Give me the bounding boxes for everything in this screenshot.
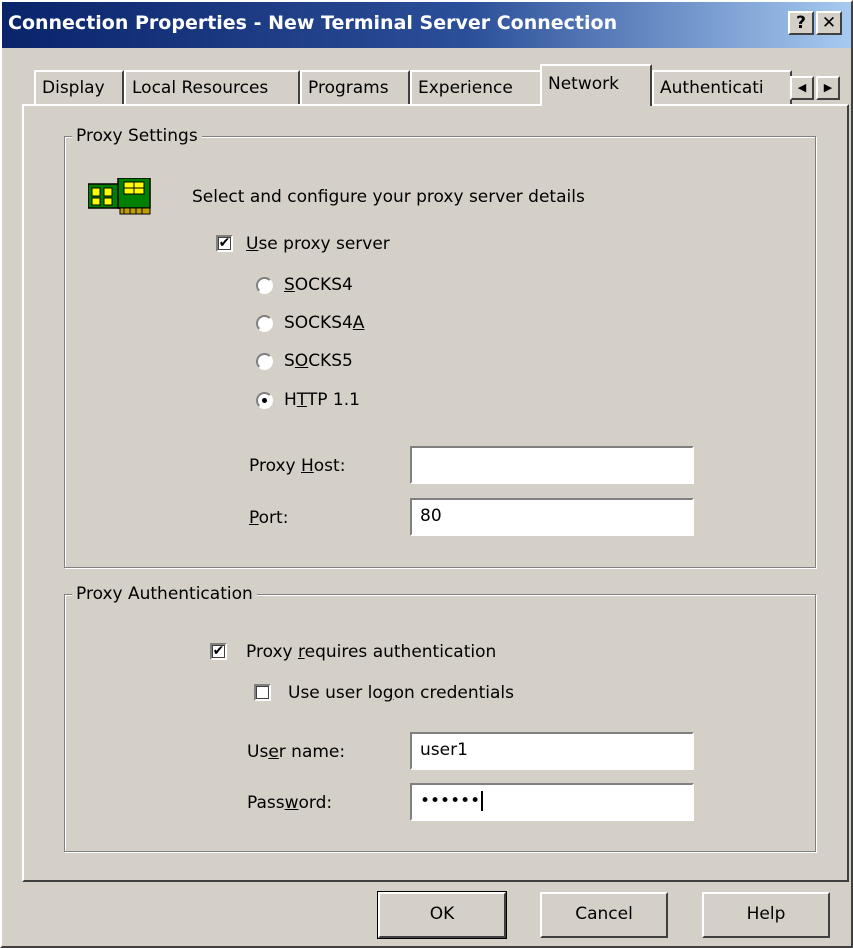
tab-network[interactable]: Network — [540, 64, 652, 106]
tab-local-resources[interactable]: Local Resources — [124, 70, 300, 104]
proxy-authentication-title: Proxy Authentication — [72, 584, 257, 604]
tab-programs[interactable]: Programs — [300, 70, 410, 104]
window-title: Connection Properties - New Terminal Ser… — [8, 12, 618, 34]
tab-display[interactable]: Display — [34, 70, 124, 104]
ok-button[interactable]: OK — [377, 891, 507, 939]
tab-scroll-right-icon[interactable]: ▶ — [816, 76, 840, 100]
help-title-button[interactable]: ? — [788, 11, 814, 35]
proxy-settings-title: Proxy Settings — [72, 126, 202, 146]
tab-authentication[interactable]: Authenticati — [652, 70, 792, 104]
dialog-window: Connection Properties - New Terminal Ser… — [0, 0, 853, 948]
network-tab-panel — [22, 104, 849, 882]
title-bar[interactable]: Connection Properties - New Terminal Ser… — [2, 2, 851, 48]
tab-scroll-left-icon[interactable]: ◀ — [790, 76, 814, 100]
tab-experience[interactable]: Experience — [410, 70, 542, 104]
close-button[interactable]: ✕ — [816, 11, 842, 35]
cancel-button[interactable]: Cancel — [540, 892, 668, 938]
help-button[interactable]: Help — [702, 892, 830, 938]
